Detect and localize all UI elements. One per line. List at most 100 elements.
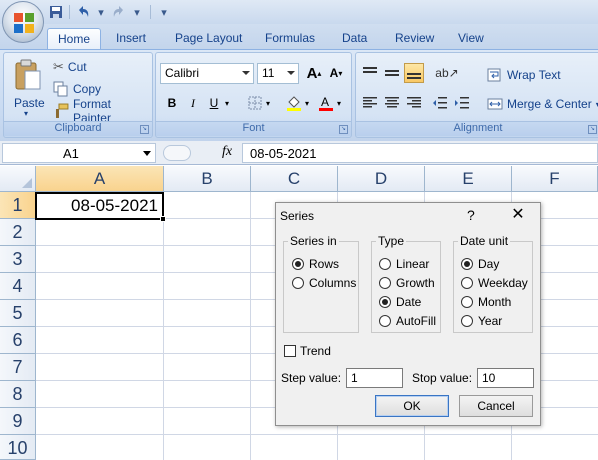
- radio-day[interactable]: Day: [461, 257, 499, 271]
- fill-color-button[interactable]: [284, 93, 304, 113]
- customize-qat-icon[interactable]: ▾: [156, 4, 172, 20]
- formula-input[interactable]: 08-05-2021: [242, 143, 598, 163]
- font-name-combo[interactable]: Calibri: [160, 63, 254, 84]
- merge-center-button[interactable]: Merge & Center ▾: [487, 94, 598, 114]
- step-value-input[interactable]: 1: [346, 368, 403, 388]
- borders-button[interactable]: [245, 93, 265, 113]
- save-icon[interactable]: [48, 4, 64, 20]
- column-header-b[interactable]: B: [164, 166, 251, 192]
- font-launcher-icon[interactable]: ↘: [339, 125, 348, 134]
- insert-function-icon[interactable]: fx: [222, 144, 232, 160]
- column-header-c[interactable]: C: [251, 166, 338, 192]
- row-header-10[interactable]: 10: [0, 435, 36, 460]
- clipboard-launcher-icon[interactable]: ↘: [140, 125, 149, 134]
- trend-checkbox-box[interactable]: [284, 345, 296, 357]
- formula-bar-toggle[interactable]: [163, 145, 191, 161]
- row-header-1[interactable]: 1: [0, 192, 36, 219]
- stop-value-input[interactable]: 10: [477, 368, 534, 388]
- column-header-f[interactable]: F: [512, 166, 598, 192]
- font-color-dropdown-icon[interactable]: ▾: [334, 93, 344, 113]
- tab-formulas[interactable]: Formulas: [265, 28, 315, 49]
- row-header-2[interactable]: 2: [0, 219, 36, 246]
- ok-button[interactable]: OK: [375, 395, 449, 417]
- radio-growth-indicator[interactable]: [379, 277, 391, 289]
- row-header-7[interactable]: 7: [0, 354, 36, 381]
- italic-button[interactable]: I: [183, 93, 203, 113]
- row-header-3[interactable]: 3: [0, 246, 36, 273]
- cancel-button[interactable]: Cancel: [459, 395, 533, 417]
- borders-dropdown-icon[interactable]: ▾: [263, 93, 273, 113]
- align-bottom-button[interactable]: [404, 63, 424, 83]
- radio-columns[interactable]: Columns: [292, 276, 356, 290]
- office-button[interactable]: [2, 1, 44, 43]
- font-size-value: 11: [262, 66, 275, 80]
- orientation-button[interactable]: ab↗: [432, 63, 462, 83]
- radio-weekday[interactable]: Weekday: [461, 276, 528, 290]
- radio-day-indicator[interactable]: [461, 258, 473, 270]
- radio-rows-indicator[interactable]: [292, 258, 304, 270]
- bold-button[interactable]: B: [162, 93, 182, 113]
- paste-button[interactable]: Paste ▾: [9, 57, 47, 119]
- tab-data[interactable]: Data: [342, 28, 367, 49]
- redo-dropdown-icon[interactable]: ▾: [129, 4, 145, 20]
- radio-month-indicator[interactable]: [461, 296, 473, 308]
- radio-autofill-indicator[interactable]: [379, 315, 391, 327]
- tab-home[interactable]: Home: [47, 28, 101, 49]
- select-all-button[interactable]: [0, 166, 36, 192]
- underline-dropdown-icon[interactable]: ▾: [222, 93, 232, 113]
- radio-linear[interactable]: Linear: [379, 257, 429, 271]
- radio-weekday-indicator[interactable]: [461, 277, 473, 289]
- shrink-font-button[interactable]: A ▾: [326, 63, 346, 83]
- column-header-d[interactable]: D: [338, 166, 425, 192]
- increase-indent-icon: [455, 97, 469, 109]
- tab-page-layout[interactable]: Page Layout: [175, 28, 242, 49]
- wrap-text-button[interactable]: Wrap Text: [487, 65, 561, 85]
- radio-growth[interactable]: Growth: [379, 276, 435, 290]
- format-painter-button[interactable]: Format Painter: [53, 97, 152, 125]
- alignment-group: ab↗ Wrap Text Merge & Center ▾ Alignment…: [355, 52, 598, 138]
- radio-year[interactable]: Year: [461, 314, 502, 328]
- tab-insert[interactable]: Insert: [116, 28, 146, 49]
- radio-autofill[interactable]: AutoFill: [379, 314, 436, 328]
- row-header-5[interactable]: 5: [0, 300, 36, 327]
- fill-color-dropdown-icon[interactable]: ▾: [302, 93, 312, 113]
- column-header-e[interactable]: E: [425, 166, 512, 192]
- increase-indent-button[interactable]: [452, 93, 472, 113]
- underline-button[interactable]: U: [204, 93, 224, 113]
- name-box[interactable]: A1: [2, 143, 156, 163]
- align-center-button[interactable]: [382, 93, 402, 113]
- radio-rows[interactable]: Rows: [292, 257, 339, 271]
- radio-columns-indicator[interactable]: [292, 277, 304, 289]
- column-header-a[interactable]: A: [36, 166, 164, 192]
- radio-date[interactable]: Date: [379, 295, 421, 309]
- copy-button[interactable]: Copy: [53, 79, 101, 99]
- radio-month[interactable]: Month: [461, 295, 511, 309]
- cell-a1[interactable]: 08-05-2021: [35, 192, 164, 220]
- tab-view[interactable]: View: [458, 28, 484, 49]
- align-right-button[interactable]: [404, 93, 424, 113]
- align-top-button[interactable]: [360, 63, 380, 83]
- row-header-6[interactable]: 6: [0, 327, 36, 354]
- alignment-launcher-icon[interactable]: ↘: [588, 125, 597, 134]
- radio-year-indicator[interactable]: [461, 315, 473, 327]
- radio-date-indicator[interactable]: [379, 296, 391, 308]
- font-size-combo[interactable]: 11: [257, 63, 299, 84]
- trend-checkbox[interactable]: Trend: [284, 344, 331, 358]
- font-color-button[interactable]: A: [316, 93, 336, 113]
- align-middle-button[interactable]: [382, 63, 402, 83]
- undo-dropdown-icon[interactable]: ▾: [93, 4, 109, 20]
- cut-button[interactable]: ✂ Cut: [53, 57, 87, 77]
- decrease-indent-button[interactable]: [430, 93, 450, 113]
- row-header-9[interactable]: 9: [0, 408, 36, 435]
- fill-handle[interactable]: [160, 216, 166, 222]
- undo-icon[interactable]: [75, 4, 91, 20]
- grow-font-button[interactable]: A ▴: [304, 63, 324, 83]
- row-header-8[interactable]: 8: [0, 381, 36, 408]
- align-left-button[interactable]: [360, 93, 380, 113]
- redo-icon[interactable]: [111, 4, 127, 20]
- close-icon[interactable]: ✕: [508, 205, 528, 225]
- row-header-4[interactable]: 4: [0, 273, 36, 300]
- tab-review[interactable]: Review: [395, 28, 434, 49]
- help-icon[interactable]: ?: [467, 207, 475, 223]
- radio-linear-indicator[interactable]: [379, 258, 391, 270]
